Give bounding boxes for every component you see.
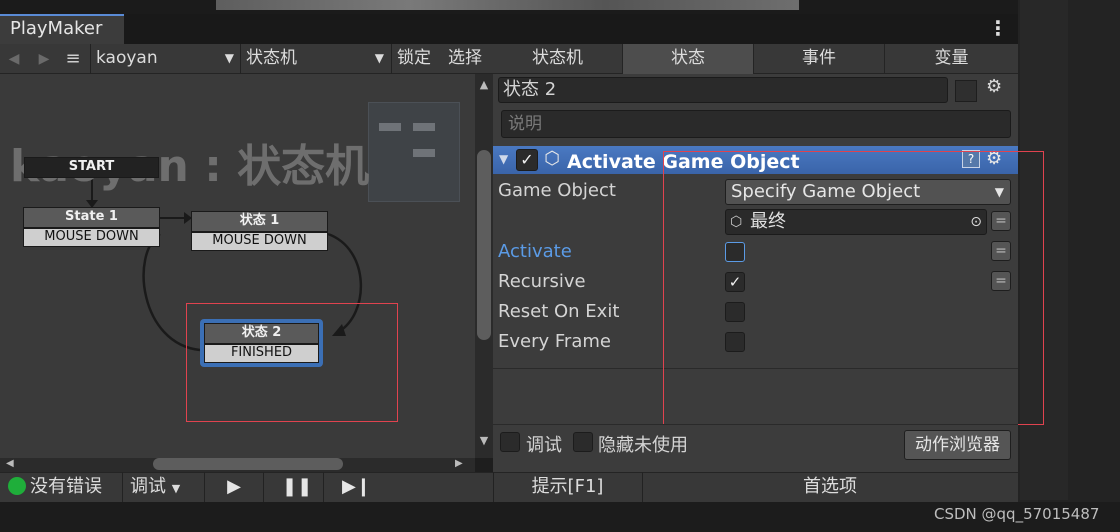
tab-playmaker[interactable]: PlayMaker [0,14,124,44]
scroll-right-icon[interactable]: ▶ [455,458,467,470]
debug-checkbox[interactable] [500,432,520,452]
cube-icon: ⬡ [544,148,560,169]
tab-fsm[interactable]: 状态机 [493,44,623,74]
action-enabled-checkbox[interactable]: ✓ [516,149,538,171]
state-color-swatch[interactable] [955,80,977,102]
status-ok-icon [8,477,26,495]
start-node[interactable]: START [24,157,159,178]
chevron-down-icon: ▼ [374,51,384,65]
action-browser-button[interactable]: 动作浏览器 [904,430,1011,460]
highlight-box [663,151,1044,425]
chevron-down-icon: ▼ [171,482,181,495]
select-button[interactable]: 选择 [448,44,488,74]
toolbar-divider [240,44,241,74]
debug-menu-label: 调试 [130,476,166,497]
bottom-divider [122,472,123,502]
bottom-divider [263,472,264,502]
bottom-divider [204,472,205,502]
fsm-owner-select[interactable]: kaoyan ▼ [96,44,236,74]
horizontal-scroll-thumb[interactable] [153,458,343,470]
node-event[interactable]: MOUSE DOWN [191,232,328,251]
lock-button[interactable]: 锁定 [397,44,437,74]
hide-unused-label: 隐藏未使用 [598,435,688,456]
pause-icon[interactable]: ❚❚ [282,476,312,498]
toolbar-divider [391,44,392,74]
vertical-scroll-thumb[interactable] [477,150,491,340]
toolbar-divider [90,44,91,74]
window-tab-bar [0,14,1018,44]
scroll-up-icon[interactable]: ▲ [477,78,491,92]
description-field[interactable]: 说明 [501,110,1011,138]
state-node[interactable]: 状态 1 MOUSE DOWN [191,211,328,251]
step-icon[interactable]: ▶❙ [342,476,371,498]
menu-list-icon[interactable]: ≡ [62,48,84,70]
chevron-down-icon: ▼ [224,51,234,65]
preferences-button[interactable]: 首选项 [642,473,1018,503]
tab-variables[interactable]: 变量 [885,44,1018,74]
play-icon[interactable]: ▶ [222,476,246,498]
minimap-node [379,123,401,131]
tab-state[interactable]: 状态 [623,44,754,74]
scroll-down-icon[interactable]: ▼ [477,434,491,448]
collapse-triangle-icon[interactable]: ▼ [499,152,511,166]
fsm-name-label: 状态机 [246,48,297,68]
node-title: START [24,157,159,178]
forward-arrow-icon[interactable]: ▶ [34,48,54,70]
scroll-left-icon[interactable]: ◀ [6,458,18,470]
more-options-icon[interactable]: ⋮ [988,16,1008,42]
minimap-node [413,123,435,131]
back-arrow-icon[interactable]: ◀ [4,48,24,70]
highlight-box [186,303,398,422]
debug-label: 调试 [526,435,562,456]
csdn-watermark: CSDN @qq_57015487 [934,505,1100,523]
bottom-divider [323,472,324,502]
status-text[interactable]: 没有错误 [30,473,120,503]
gear-icon[interactable]: ⚙ [986,76,1010,100]
hint-button[interactable]: 提示[F1] [493,473,642,503]
state-node[interactable]: State 1 MOUSE DOWN [23,207,160,247]
footer-divider [493,424,1018,425]
fsm-select[interactable]: 状态机 ▼ [246,44,386,74]
state-name-input[interactable]: 状态 2 [498,77,948,103]
node-event[interactable]: MOUSE DOWN [23,228,160,247]
minimap-node [413,149,435,157]
graph-minimap[interactable] [368,102,460,202]
hide-unused-checkbox[interactable] [573,432,593,452]
node-title: 状态 1 [191,211,328,232]
tab-events[interactable]: 事件 [754,44,885,74]
scene-preview-strip [216,0,799,10]
debug-menu[interactable]: 调试 ▼ [130,473,200,503]
node-title: State 1 [23,207,160,228]
fsm-owner-label: kaoyan [96,48,158,68]
